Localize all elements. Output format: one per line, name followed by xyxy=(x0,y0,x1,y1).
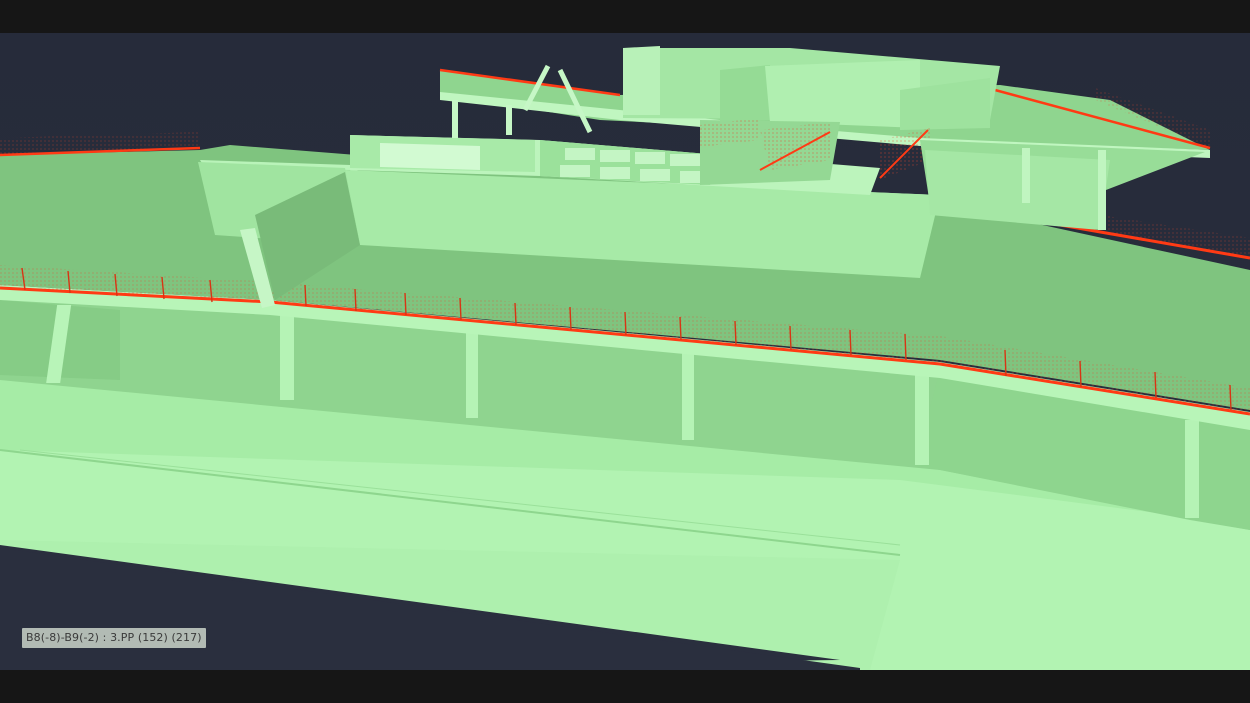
letterbox-bottom xyxy=(0,670,1250,703)
3d-viewport[interactable]: B8(-8)-B9(-2) : 3.PP (152) (217) xyxy=(0,33,1250,670)
selected-element-label: B8(-8)-B9(-2) : 3.PP (152) (217) xyxy=(22,628,206,648)
letterbox-top xyxy=(0,0,1250,33)
building-model-render[interactable] xyxy=(0,33,1250,670)
